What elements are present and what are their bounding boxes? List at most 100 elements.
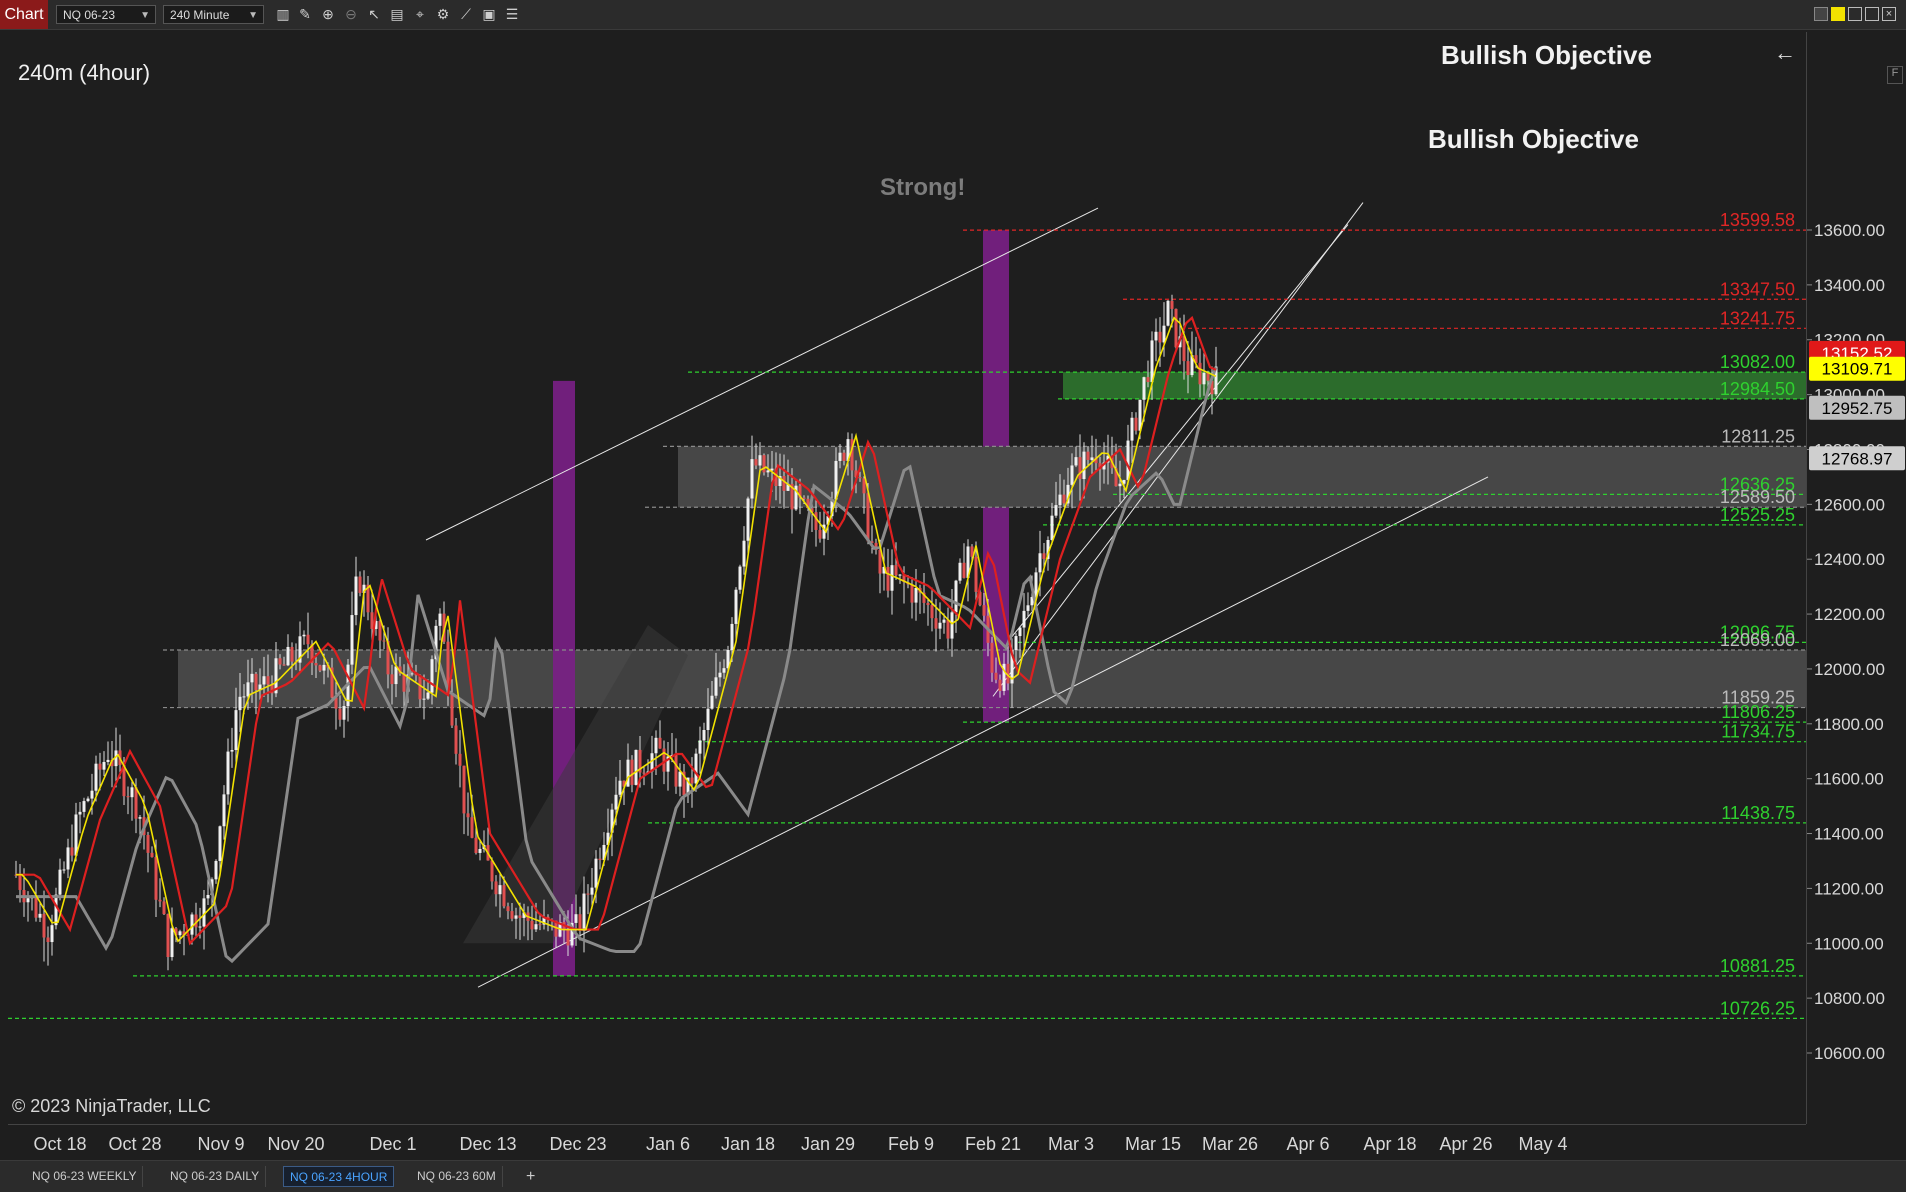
zoom-in-icon[interactable]: ⊕ <box>318 5 338 24</box>
candle-body <box>190 914 194 935</box>
candle-body <box>246 682 250 697</box>
candle-body <box>382 640 386 642</box>
candle-body <box>450 694 454 726</box>
candle-body <box>1146 377 1150 383</box>
candle-body <box>154 857 158 900</box>
candle-body <box>262 676 266 685</box>
candle-body <box>430 659 434 693</box>
level-label: 13347.50 <box>1720 279 1795 299</box>
candle-body <box>942 619 946 623</box>
y-tick-label: 11000.00 <box>1814 934 1884 953</box>
candle-body <box>426 692 430 699</box>
price-tag-grey: 12952.75 <box>1822 399 1893 418</box>
candle-body <box>962 562 966 578</box>
instrument-select[interactable]: NQ 06-23 ▼ <box>56 5 156 24</box>
candle-body <box>754 459 758 466</box>
candle-body <box>462 765 466 814</box>
candle-body <box>74 814 78 856</box>
candle-body <box>766 470 770 473</box>
price-tag-grey: 12768.97 <box>1822 449 1893 468</box>
instrument-value: NQ 06-23 <box>63 8 116 22</box>
crosshair-icon[interactable]: ⌖ <box>410 5 430 24</box>
f-button[interactable]: F <box>1887 66 1903 84</box>
bar-type-icon[interactable]: ▥ <box>273 5 293 24</box>
candle-body <box>618 780 622 795</box>
interval-select[interactable]: 240 Minute ▼ <box>163 5 264 24</box>
candle-body <box>1070 465 1074 485</box>
candle-body <box>842 452 846 461</box>
candle-body <box>1018 627 1022 637</box>
candle-body <box>914 588 918 603</box>
templates-icon[interactable]: ▣ <box>479 5 499 24</box>
tile-icon[interactable] <box>1814 7 1828 21</box>
candle-body <box>54 894 58 926</box>
candle-body <box>46 937 50 943</box>
indicators-icon[interactable]: ⚙ <box>433 5 453 24</box>
close-icon[interactable]: × <box>1882 7 1896 21</box>
add-tab-button[interactable]: + <box>520 1166 541 1187</box>
candle-body <box>278 658 282 665</box>
candle-body <box>590 887 594 895</box>
x-tick-label: Oct 28 <box>108 1134 161 1154</box>
candle-body <box>690 777 694 784</box>
data-box-icon[interactable]: ▤ <box>387 5 407 24</box>
strategies-icon[interactable]: ⟋ <box>456 5 476 24</box>
candle-body <box>958 562 962 581</box>
properties-icon[interactable]: ☰ <box>502 5 522 24</box>
candle-body <box>94 763 98 791</box>
candle-body <box>290 646 294 662</box>
candle-body <box>286 646 290 666</box>
time-axis[interactable]: Oct 18 Oct 28 Nov 9 Nov 20 Dec 1 Dec 13 Dec 23… <box>8 1124 1806 1161</box>
tab-weekly[interactable]: NQ 06-23 WEEKLY <box>26 1166 144 1187</box>
candle-body <box>166 914 170 958</box>
candle-body <box>698 740 702 754</box>
chart-tab[interactable]: Chart <box>0 0 48 29</box>
candle-body <box>758 455 762 466</box>
candle-body <box>674 755 678 787</box>
candle-body <box>934 618 938 629</box>
candle-body <box>402 673 406 692</box>
y-tick-label: 13400.00 <box>1814 276 1885 295</box>
candle-body <box>1154 331 1158 341</box>
candle-body <box>1166 300 1170 326</box>
candle-body <box>946 619 950 639</box>
candle-body <box>1182 336 1186 362</box>
candle-body <box>746 498 750 541</box>
candle-body <box>510 911 514 919</box>
candle-body <box>866 493 870 542</box>
price-chart-area[interactable]: 13599.58 13347.50 13241.75 13082.00 12984.50… <box>8 32 1806 1124</box>
candle-body <box>1134 417 1138 431</box>
candle-body <box>198 926 202 928</box>
tab-daily[interactable]: NQ 06-23 DAILY <box>164 1166 267 1187</box>
candle-body <box>470 817 474 838</box>
candle-body <box>630 759 634 785</box>
candle-body <box>1186 361 1190 376</box>
candle-body <box>626 759 630 787</box>
link-color-icon[interactable] <box>1831 7 1845 21</box>
draw-tool-icon[interactable]: ✎ <box>295 5 315 24</box>
price-axis[interactable]: 13600.0013400.0013200.0013000.0012800.00… <box>1806 32 1906 1124</box>
candle-body <box>422 698 426 700</box>
candle-body <box>586 893 590 895</box>
candle-body <box>818 529 822 539</box>
candle-body <box>838 452 842 461</box>
candle-body <box>890 565 894 591</box>
y-tick-label: 10600.00 <box>1814 1044 1885 1063</box>
tab-4hour[interactable]: NQ 06-23 4HOUR <box>283 1166 395 1187</box>
x-tick-label: Dec 1 <box>369 1134 416 1154</box>
candle-body <box>82 801 86 812</box>
candle-body <box>530 920 534 930</box>
candle-body <box>242 696 246 698</box>
candle-body <box>982 605 986 616</box>
tab-60m[interactable]: NQ 06-23 60M <box>411 1166 503 1187</box>
maximize-icon[interactable] <box>1865 7 1879 21</box>
minimize-icon[interactable] <box>1848 7 1862 21</box>
candle-body <box>574 914 578 923</box>
candle-body <box>282 664 286 666</box>
candle-body <box>1206 372 1210 381</box>
ema-fast-line <box>16 316 1217 943</box>
x-tick-label: Jan 29 <box>801 1134 855 1154</box>
pointer-icon[interactable]: ↖ <box>364 5 384 24</box>
interval-value: 240 Minute <box>170 8 230 22</box>
zoom-out-icon[interactable]: ⊖ <box>341 5 361 24</box>
